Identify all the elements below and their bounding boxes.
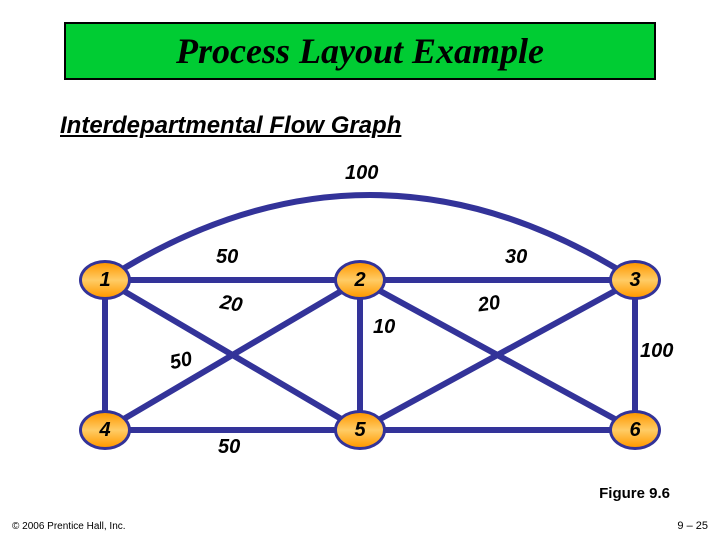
edge-label-2-3: 30 — [505, 246, 527, 269]
node-5: 5 — [334, 410, 386, 450]
edge-label-3-6: 100 — [640, 340, 673, 363]
node-2-label: 2 — [354, 269, 365, 292]
node-3: 3 — [609, 260, 661, 300]
edge-label-4-5: 50 — [218, 436, 240, 459]
node-1: 1 — [79, 260, 131, 300]
node-2: 2 — [334, 260, 386, 300]
node-5-label: 5 — [354, 419, 365, 442]
node-4-label: 4 — [99, 419, 110, 442]
node-6: 6 — [609, 410, 661, 450]
node-3-label: 3 — [629, 269, 640, 292]
edge-label-2-5: 10 — [373, 316, 395, 339]
edge-label-1-5: 20 — [218, 291, 244, 318]
node-1-label: 1 — [99, 269, 110, 292]
node-6-label: 6 — [629, 419, 640, 442]
edge-label-1-3: 100 — [345, 162, 378, 185]
edge-label-1-4: 50 — [168, 348, 195, 375]
edge-label-1-2: 50 — [216, 246, 238, 269]
node-4: 4 — [79, 410, 131, 450]
edge-label-2-6: 20 — [477, 292, 502, 318]
